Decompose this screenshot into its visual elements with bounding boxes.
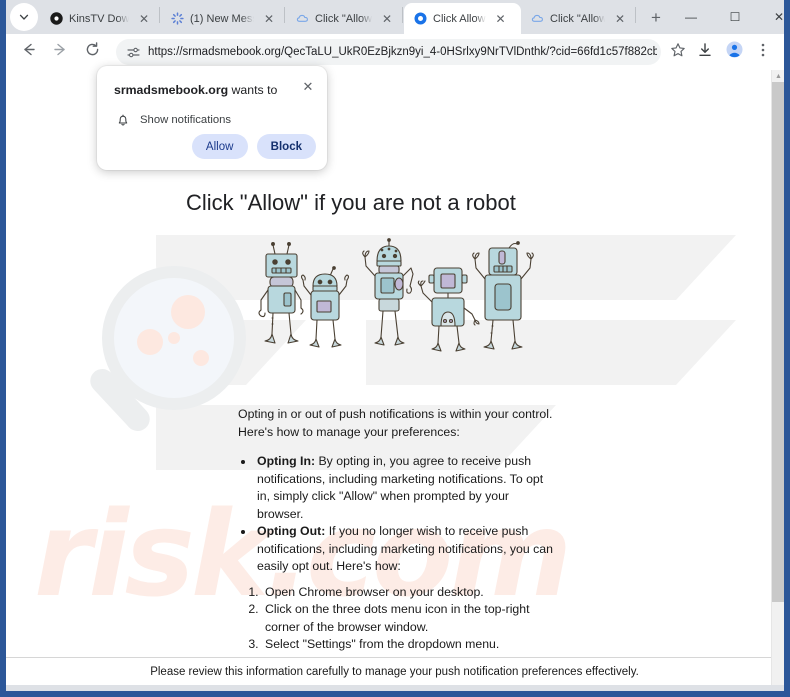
chevron-down-icon — [18, 11, 30, 23]
tab-divider — [402, 7, 403, 23]
tab-click-allow-3[interactable]: Click "Allow" ✕ — [286, 3, 401, 34]
user-avatar-icon — [726, 41, 743, 63]
three-dots-menu-icon — [756, 42, 770, 63]
tab-kinstv-download[interactable]: KinsTV Downloa ✕ — [40, 3, 158, 34]
close-window-button[interactable]: ✕ — [757, 0, 784, 34]
permission-title-suffix: wants to — [228, 83, 278, 97]
allow-button[interactable]: Allow — [191, 134, 248, 159]
tab-search-button[interactable] — [10, 3, 38, 31]
new-tab-button[interactable]: + — [643, 4, 669, 30]
bookmark-button[interactable] — [667, 41, 689, 63]
window-controls: — ☐ ✕ — [669, 0, 784, 34]
downloads-button[interactable] — [692, 39, 718, 65]
blue-cloud-icon — [295, 12, 309, 26]
list-item: Click on the three dots menu icon in the… — [262, 601, 558, 636]
tab-click-allow-active[interactable]: Click Allow ✕ — [404, 3, 521, 34]
star-icon — [670, 42, 686, 63]
page-title: Click "Allow" if you are not a robot — [186, 190, 516, 215]
tab-close-button[interactable]: ✕ — [612, 11, 628, 27]
arrow-left-icon — [20, 41, 37, 63]
tab-title: Click "Allow" — [550, 12, 605, 25]
close-icon: ✕ — [302, 78, 314, 94]
permission-request-row: Show notifications — [115, 112, 231, 128]
minimize-button[interactable]: — — [669, 0, 713, 34]
tab-divider — [635, 7, 636, 23]
browser-window: KinsTV Downloa ✕ (1) New Messag ✕ — [0, 0, 790, 697]
reload-button[interactable] — [78, 38, 106, 66]
reload-icon — [84, 41, 101, 63]
permission-dialog-close-button[interactable]: ✕ — [300, 78, 316, 94]
loading-spinner-icon — [170, 12, 184, 26]
permission-dialog-title: srmadsmebook.org wants to — [114, 83, 277, 97]
page-body: Opting in or out of push notifications i… — [238, 406, 558, 685]
list-item: Open Chrome browser on your desktop. — [262, 584, 558, 602]
list-item: Opting In: By opting in, you agree to re… — [255, 453, 558, 523]
profile-button[interactable] — [721, 39, 747, 65]
tab-title: KinsTV Downloa — [69, 12, 129, 25]
intro-paragraph: Opting in or out of push notifications i… — [238, 407, 553, 439]
back-button[interactable] — [14, 38, 42, 66]
robots-illustration — [258, 238, 534, 352]
tab-close-button[interactable]: ✕ — [136, 11, 152, 27]
magnifier-watermark — [90, 266, 246, 432]
url-text: https://srmadsmebook.org/QecTaLU_UkR0EzB… — [148, 46, 657, 58]
tune-sliders-icon[interactable] — [124, 43, 142, 61]
tab-divider — [284, 7, 285, 23]
permission-label: Show notifications — [140, 114, 232, 126]
opting-bullet-list: Opting In: By opting in, you agree to re… — [238, 453, 558, 576]
scroll-up-arrow-icon[interactable]: ▲ — [774, 72, 783, 81]
forward-button[interactable] — [46, 38, 74, 66]
page-scrollbar[interactable]: ▲ — [771, 70, 784, 685]
block-button[interactable]: Block — [256, 134, 316, 159]
bell-icon — [115, 112, 131, 128]
blue-cloud-icon — [530, 12, 544, 26]
notification-permission-dialog: srmadsmebook.org wants to ✕ Show notific… — [97, 66, 327, 170]
browser-toolbar: https://srmadsmebook.org/QecTaLU_UkR0EzB… — [6, 34, 784, 70]
permission-dialog-actions: Allow Block — [191, 134, 316, 159]
chrome-icon — [413, 12, 427, 26]
tab-close-button[interactable]: ✕ — [379, 11, 395, 27]
permission-origin: srmadsmebook.org — [114, 83, 229, 97]
list-item: Select "Settings" from the dropdown menu… — [262, 636, 558, 654]
dark-circle-icon — [49, 12, 63, 26]
download-icon — [697, 42, 713, 63]
tab-title: Click Allow — [433, 12, 486, 25]
maximize-button[interactable]: ☐ — [713, 0, 757, 34]
tab-title: (1) New Messag — [190, 12, 254, 25]
bullet-term: Opting In: — [257, 454, 316, 468]
tab-divider — [159, 7, 160, 23]
page-footer: Please review this information carefully… — [6, 657, 783, 685]
browser-menu-button[interactable] — [750, 39, 776, 65]
bullet-term: Opting Out: — [257, 524, 326, 538]
tab-strip: KinsTV Downloa ✕ (1) New Messag ✕ — [6, 0, 784, 34]
arrow-right-icon — [52, 41, 69, 63]
address-bar[interactable]: https://srmadsmebook.org/QecTaLU_UkR0EzB… — [116, 39, 661, 65]
tab-close-button[interactable]: ✕ — [493, 11, 509, 27]
scrollbar-thumb[interactable] — [772, 82, 784, 602]
tab-new-message[interactable]: (1) New Messag ✕ — [161, 3, 283, 34]
list-item: Opting Out: If you no longer wish to rec… — [255, 523, 558, 576]
tab-click-allow-5[interactable]: Click "Allow" ✕ — [521, 3, 634, 34]
tab-title: Click "Allow" — [315, 12, 372, 25]
tab-close-button[interactable]: ✕ — [261, 11, 277, 27]
footer-text: Please review this information carefully… — [150, 665, 639, 678]
